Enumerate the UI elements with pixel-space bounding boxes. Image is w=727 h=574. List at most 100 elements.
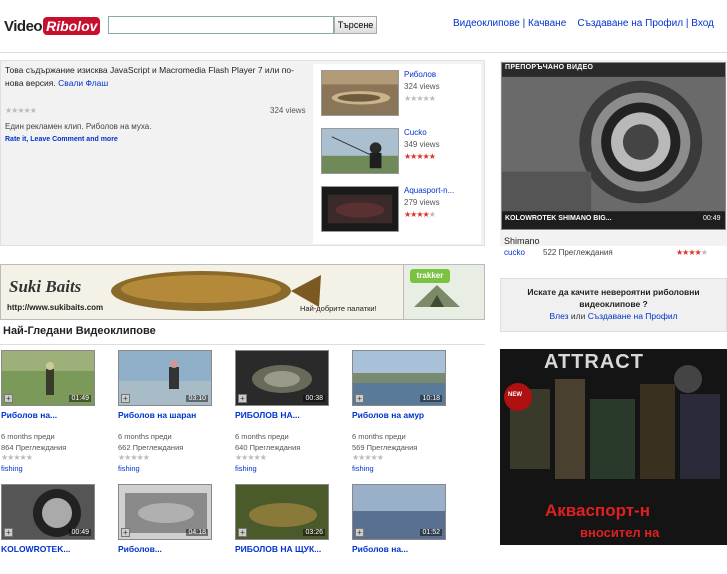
video-thumbnail[interactable]: + 10:18 <box>352 350 446 406</box>
recommended-video-thumbnail[interactable] <box>501 62 726 230</box>
video-duration: 04:18 <box>186 529 208 536</box>
video-thumbnail[interactable] <box>321 70 399 116</box>
video-views: 864 Преглеждания <box>1 443 67 452</box>
banner-slogan: Най-добрите палатки! <box>300 304 377 313</box>
flash-required-message: Това съдържание изисква JavaScript и Mac… <box>5 64 310 90</box>
side-video-title[interactable]: Cucko <box>404 128 427 137</box>
recommended-caption[interactable]: KOLOWROTEK SHIMANO BIG... <box>505 215 612 222</box>
ad-new-badge: NEW <box>508 392 522 398</box>
video-thumbnail[interactable]: + 04:18 <box>118 484 212 540</box>
side-video-rating: ★★★★★ <box>404 94 436 103</box>
nav-videos[interactable]: Видеоклипове <box>453 18 520 29</box>
signup-or: или <box>570 311 586 321</box>
featured-rating[interactable]: ★★★★★ <box>5 106 37 115</box>
video-duration: 00:49 <box>69 529 91 536</box>
video-card[interactable]: + 10:18 Риболов на амур 6 months преди 5… <box>352 350 462 473</box>
video-age: 6 months преди <box>352 432 406 441</box>
add-icon[interactable]: + <box>238 528 247 537</box>
trakker-logo: trakker <box>410 269 450 283</box>
video-thumbnail[interactable]: + 01:49 <box>1 350 95 406</box>
video-title[interactable]: Риболов на шаран <box>118 410 196 420</box>
featured-views: 324 views <box>270 106 306 115</box>
side-video-title[interactable]: Aquasport-n... <box>404 186 454 195</box>
nav-upload[interactable]: Качване <box>528 18 566 29</box>
video-duration: 01:52 <box>420 529 442 536</box>
download-flash-link[interactable]: Свали Флаш <box>58 78 108 88</box>
video-thumbnail[interactable]: + 00:38 <box>235 350 329 406</box>
video-thumbnail[interactable] <box>321 186 399 232</box>
login-link[interactable]: Влез <box>549 311 568 321</box>
video-card[interactable]: + 01:52 Риболов на... <box>352 484 462 574</box>
recommended-duration: 00:49 <box>703 215 721 222</box>
side-video-item[interactable]: Cucko 349 views ★★★★★ <box>321 128 481 178</box>
search-input[interactable] <box>108 16 334 34</box>
search-button[interactable]: Търсене <box>334 16 377 34</box>
video-thumbnail[interactable]: + 00:49 <box>1 484 95 540</box>
video-thumbnail[interactable]: + 01:52 <box>352 484 446 540</box>
video-card[interactable]: + 00:38 РИБОЛОВ НА... 6 months преди 640… <box>235 350 345 473</box>
side-video-item[interactable]: Aquasport-n... 279 views ★★★★★ <box>321 186 481 236</box>
attract-advertisement[interactable]: ATTRACT NEW Акваспорт-н вносител на <box>500 349 727 545</box>
video-card[interactable]: + 03:10 Риболов на шаран 6 months преди … <box>118 350 228 473</box>
header-divider <box>0 52 727 53</box>
side-video-rating: ★★★★★ <box>404 152 436 161</box>
side-video-list: Риболов 324 views ★★★★★ Cucko 349 views … <box>313 64 481 244</box>
top-nav: Видеоклипове | Качване Създаване на Проф… <box>453 18 714 29</box>
video-card[interactable]: + 04:18 Риболов... <box>118 484 228 574</box>
signup-links: Влез или Създаване на Профил <box>501 310 726 322</box>
signup-question: Искате да качите невероятни риболовни ви… <box>527 287 700 309</box>
add-icon[interactable]: + <box>355 528 364 537</box>
side-video-rating: ★★★★★ <box>404 210 436 219</box>
site-logo[interactable]: Video Ribolov <box>4 12 101 40</box>
video-title[interactable]: РИБОЛОВ НА... <box>235 410 300 420</box>
video-thumbnail[interactable] <box>321 128 399 174</box>
video-age: 6 months преди <box>1 432 55 441</box>
add-icon[interactable]: + <box>355 394 364 403</box>
recommended-header: ПРЕПОРЪЧАНО ВИДЕО <box>505 64 594 71</box>
nav-login[interactable]: Вход <box>691 18 714 29</box>
flash-message-text: Това съдържание изисква JavaScript и Mac… <box>5 65 294 88</box>
section-divider <box>0 344 485 345</box>
video-thumbnail[interactable]: + 03:26 <box>235 484 329 540</box>
video-views: 662 Преглеждания <box>118 443 184 452</box>
video-duration: 00:38 <box>303 395 325 402</box>
rate-comment-link[interactable]: Rate it, Leave Comment and more <box>5 136 118 143</box>
tent-image <box>414 285 460 307</box>
video-duration: 03:26 <box>303 529 325 536</box>
video-card[interactable]: + 01:49 Риболов на... 6 months преди 864… <box>1 350 111 473</box>
add-icon[interactable]: + <box>238 394 247 403</box>
add-icon[interactable]: + <box>121 528 130 537</box>
video-title[interactable]: KOLOWROTEK... <box>1 544 70 554</box>
video-category[interactable]: fishing <box>118 464 140 473</box>
side-video-views: 279 views <box>404 198 440 207</box>
video-duration: 01:49 <box>69 395 91 402</box>
add-icon[interactable]: + <box>121 394 130 403</box>
register-link[interactable]: Създаване на Профил <box>588 311 678 321</box>
video-card[interactable]: + 00:49 KOLOWROTEK... <box>1 484 111 574</box>
nav-separator: | <box>522 18 526 29</box>
side-video-views: 324 views <box>404 82 440 91</box>
video-category[interactable]: fishing <box>235 464 257 473</box>
side-video-item[interactable]: Риболов 324 views ★★★★★ <box>321 70 481 120</box>
recommended-title[interactable]: Shimano <box>504 236 540 246</box>
video-title[interactable]: РИБОЛОВ НА ЩУК... <box>235 544 321 554</box>
featured-description: Един рекламен клип. Риболов на муха. <box>5 122 152 131</box>
video-rating: ★★★★★ <box>235 453 267 462</box>
video-thumbnail[interactable]: + 03:10 <box>118 350 212 406</box>
video-title[interactable]: Риболов... <box>118 544 162 554</box>
video-title[interactable]: Риболов на... <box>1 410 57 420</box>
add-icon[interactable]: + <box>4 528 13 537</box>
add-icon[interactable]: + <box>4 394 13 403</box>
nav-register[interactable]: Създаване на Профил <box>577 18 683 29</box>
video-title[interactable]: Риболов на амур <box>352 410 424 420</box>
trakker-banner[interactable]: trakker <box>404 264 485 320</box>
video-category[interactable]: fishing <box>1 464 23 473</box>
recommended-user-link[interactable]: cucko <box>504 248 525 257</box>
side-video-title[interactable]: Риболов <box>404 70 436 79</box>
video-views: 640 Преглеждания <box>235 443 301 452</box>
video-category[interactable]: fishing <box>352 464 374 473</box>
video-rating: ★★★★★ <box>118 453 150 462</box>
video-title[interactable]: Риболов на... <box>352 544 408 554</box>
video-card[interactable]: + 03:26 РИБОЛОВ НА ЩУК... <box>235 484 345 574</box>
video-duration: 03:10 <box>186 395 208 402</box>
